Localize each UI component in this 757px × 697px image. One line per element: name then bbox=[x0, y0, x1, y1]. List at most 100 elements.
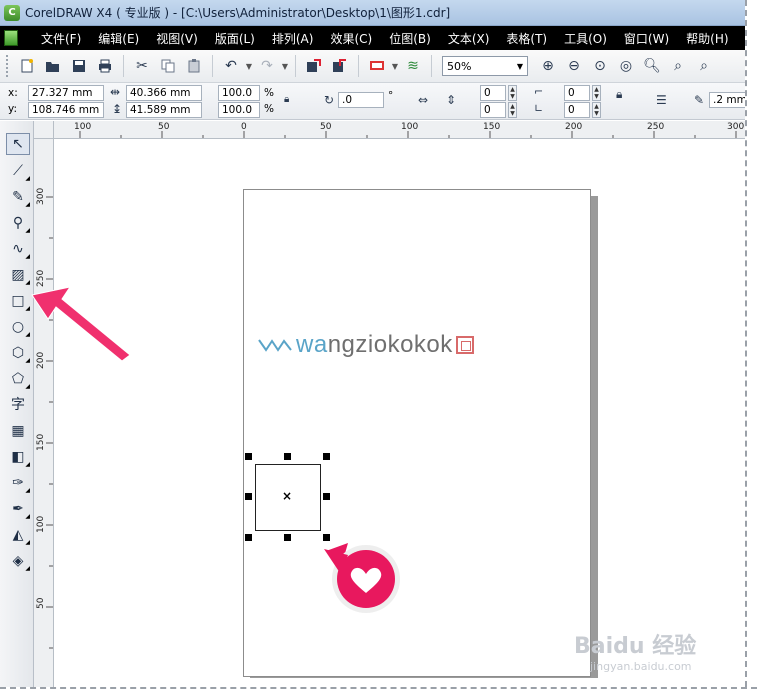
menu-tools[interactable]: 工具(O) bbox=[555, 30, 615, 47]
print-icon[interactable] bbox=[93, 54, 117, 78]
corner-tl-spinner[interactable]: ▲ ▼ bbox=[508, 85, 517, 101]
new-document-icon[interactable] bbox=[15, 54, 39, 78]
outline-width-field[interactable]: .2 mm bbox=[709, 92, 745, 108]
table-tool-icon[interactable]: ▦ bbox=[6, 420, 30, 442]
text-tool-icon[interactable]: 字 bbox=[6, 393, 30, 415]
menu-help[interactable]: 帮助(H) bbox=[677, 30, 736, 47]
paste-icon[interactable] bbox=[182, 54, 206, 78]
menu-effects[interactable]: 效果(C) bbox=[321, 30, 380, 47]
redo-dropdown-icon[interactable]: ▼ bbox=[281, 62, 289, 71]
zoom-to-all-objects-icon[interactable]: ◎ bbox=[614, 54, 638, 78]
welcome-screen-icon[interactable]: ≋ bbox=[401, 54, 425, 78]
rotation-center-marker[interactable]: × bbox=[282, 489, 292, 503]
crop-tool-icon[interactable]: ✎ ◢ bbox=[6, 186, 30, 208]
x-position-field[interactable]: 27.327 mm bbox=[28, 85, 104, 101]
ruler-origin-corner[interactable] bbox=[34, 121, 54, 139]
selection-handle-bottom-right[interactable] bbox=[323, 534, 330, 541]
height-icon: ↨ bbox=[112, 102, 123, 116]
zoom-out-icon[interactable]: ⊖ bbox=[562, 54, 586, 78]
menu-text[interactable]: 文本(X) bbox=[439, 30, 498, 47]
document-icon[interactable] bbox=[4, 30, 18, 46]
outline-tool-icon[interactable]: ✒ ◢ bbox=[6, 498, 30, 520]
zoom-to-page-icon[interactable]: 🔍︎ bbox=[640, 54, 664, 78]
selection-handle-bottom-left[interactable] bbox=[245, 534, 252, 541]
logo-text: wangziokokok bbox=[296, 331, 453, 359]
menu-layout[interactable]: 版面(L) bbox=[206, 30, 263, 47]
menu-file[interactable]: 文件(F) bbox=[32, 30, 89, 47]
menu-table[interactable]: 表格(T) bbox=[497, 30, 555, 47]
interactive-blend-tool-icon[interactable]: ◧ ◢ bbox=[6, 446, 30, 468]
wrap-paragraph-text-icon[interactable]: ☰ bbox=[656, 93, 667, 107]
object-width-field[interactable]: 40.366 mm bbox=[126, 85, 202, 101]
shape-tool-icon[interactable]: ⟋ ◢ bbox=[6, 160, 30, 182]
corner-bracket-icon: ∟ bbox=[534, 102, 544, 115]
open-icon[interactable] bbox=[41, 54, 65, 78]
freehand-tool-icon[interactable]: ∿ ◢ bbox=[6, 238, 30, 260]
launcher-dropdown-icon[interactable]: ▼ bbox=[391, 62, 399, 71]
zoom-to-page-height-icon[interactable]: ⌕ bbox=[692, 54, 716, 78]
lock-ratio-icon[interactable]: 🔒︎ bbox=[284, 93, 289, 107]
wangziokok-logo[interactable]: wangziokokok bbox=[258, 328, 474, 362]
cut-icon[interactable]: ✂ bbox=[130, 54, 154, 78]
round-corners-together-lock-icon[interactable]: 🔒︎ bbox=[616, 87, 622, 101]
baidu-watermark: Baidu 经验 bbox=[574, 634, 697, 659]
application-launcher-icon[interactable] bbox=[365, 54, 389, 78]
selection-handle-right[interactable] bbox=[323, 493, 330, 500]
pink-pointer-arrow bbox=[31, 286, 131, 362]
corner-bl-spinner[interactable]: ▲ ▼ bbox=[508, 102, 517, 118]
corner-tr-spinner[interactable]: ▲ ▼ bbox=[592, 85, 601, 101]
corner-radius-top-right-field[interactable]: 0 bbox=[564, 85, 590, 101]
selection-handle-top[interactable] bbox=[284, 453, 291, 460]
rectangle-tool-icon[interactable]: □ ◢ bbox=[6, 290, 30, 312]
horizontal-ruler[interactable]: 100 50 0 50 100 150 200 250 300 bbox=[54, 121, 745, 139]
undo-dropdown-icon[interactable]: ▼ bbox=[245, 62, 253, 71]
eyedropper-tool-icon[interactable]: ✑ ◢ bbox=[6, 472, 30, 494]
basic-shapes-tool-icon[interactable]: ⬠ ◢ bbox=[6, 368, 30, 390]
zoom-tool-icon[interactable]: ⚲ ◢ bbox=[6, 212, 30, 234]
zoom-levels-dropdown[interactable]: 50% ▼ bbox=[442, 56, 528, 76]
selection-handle-top-right[interactable] bbox=[323, 453, 330, 460]
zoom-to-selected-icon[interactable]: ⊙ bbox=[588, 54, 612, 78]
interactive-fill-tool-icon[interactable]: ◈ ◢ bbox=[6, 550, 30, 572]
smart-fill-tool-icon[interactable]: ▨ ◢ bbox=[6, 264, 30, 286]
mirror-horizontal-icon[interactable]: ⇔ bbox=[418, 93, 428, 107]
ruler-label: 200 bbox=[565, 122, 583, 132]
toolbar-grip[interactable] bbox=[6, 55, 9, 77]
width-icon: ⇹ bbox=[110, 85, 121, 99]
scale-y-field[interactable]: 100.0 bbox=[218, 102, 260, 118]
export-icon[interactable] bbox=[328, 54, 352, 78]
pick-tool-icon[interactable]: ↖ bbox=[6, 133, 30, 155]
ellipse-tool-icon[interactable]: ○ ◢ bbox=[6, 316, 30, 338]
menu-view[interactable]: 视图(V) bbox=[147, 30, 206, 47]
y-position-field[interactable]: 108.746 mm bbox=[28, 102, 104, 118]
selection-handle-left[interactable] bbox=[245, 493, 252, 500]
menu-edit[interactable]: 编辑(E) bbox=[89, 30, 147, 47]
document-page[interactable] bbox=[243, 189, 591, 677]
menu-window[interactable]: 窗口(W) bbox=[615, 30, 677, 47]
corner-br-spinner[interactable]: ▲ ▼ bbox=[592, 102, 601, 118]
menu-arrange[interactable]: 排列(A) bbox=[263, 30, 322, 47]
fill-tool-icon[interactable]: ◭ ◢ bbox=[6, 524, 30, 546]
corner-radius-top-left-field[interactable]: 0 bbox=[480, 85, 506, 101]
vertical-ruler[interactable]: 300 250 200 150 100 50 bbox=[34, 139, 54, 687]
rotation-angle-field[interactable]: .0 bbox=[338, 92, 384, 108]
coreldraw-app-icon[interactable]: C bbox=[4, 4, 20, 21]
seal-icon bbox=[455, 336, 474, 354]
undo-icon[interactable]: ↶ bbox=[219, 54, 243, 78]
mirror-vertical-icon[interactable]: ⇕ bbox=[446, 93, 456, 107]
menu-bitmaps[interactable]: 位图(B) bbox=[380, 30, 439, 47]
copy-icon[interactable] bbox=[156, 54, 180, 78]
redo-icon[interactable]: ↷ bbox=[255, 54, 279, 78]
corner-radius-bottom-left-field[interactable]: 0 bbox=[480, 102, 506, 118]
zoom-in-icon[interactable]: ⊕ bbox=[536, 54, 560, 78]
scale-x-field[interactable]: 100.0 bbox=[218, 85, 260, 101]
polygon-tool-icon[interactable]: ⬡ ◢ bbox=[6, 342, 30, 364]
ruler-label: 300 bbox=[36, 187, 46, 205]
corner-radius-bottom-right-field[interactable]: 0 bbox=[564, 102, 590, 118]
zoom-to-page-width-icon[interactable]: ⌕ bbox=[666, 54, 690, 78]
selection-handle-top-left[interactable] bbox=[245, 453, 252, 460]
object-height-field[interactable]: 41.589 mm bbox=[126, 102, 202, 118]
save-icon[interactable] bbox=[67, 54, 91, 78]
selection-handle-bottom[interactable] bbox=[284, 534, 291, 541]
import-icon[interactable] bbox=[302, 54, 326, 78]
